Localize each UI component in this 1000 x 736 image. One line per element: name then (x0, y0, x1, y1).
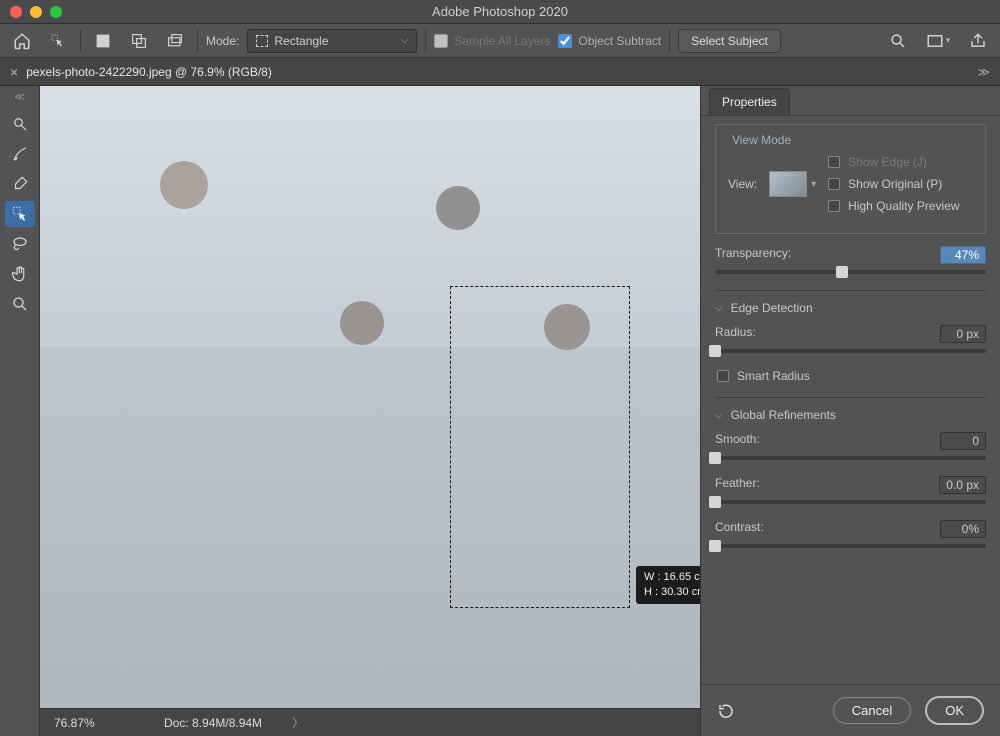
properties-panel: Properties View Mode View: ▾ Show Edge (… (700, 86, 1000, 736)
lasso-tool[interactable] (5, 231, 35, 257)
contrast-label: Contrast: (715, 520, 764, 538)
global-refinements-header[interactable]: ⌵ Global Refinements (715, 408, 986, 422)
window-close-button[interactable] (10, 6, 22, 18)
title-bar: Adobe Photoshop 2020 (0, 0, 1000, 24)
show-edge-checkbox: Show Edge (J) (828, 155, 959, 169)
selection-height-label: H : 30.30 cm (644, 585, 700, 600)
add-to-selection-icon[interactable] (125, 29, 153, 53)
smooth-slider[interactable]: Smooth: 0 (715, 432, 986, 460)
mode-select-value: Rectangle (274, 34, 328, 48)
doc-info-chevron-icon[interactable]: 〉 (292, 714, 304, 731)
high-quality-preview-checkbox[interactable]: High Quality Preview (828, 199, 959, 213)
panel-footer: Cancel OK (701, 684, 1000, 736)
view-thumbnail (769, 171, 807, 197)
radius-value[interactable]: 0 px (940, 325, 986, 343)
share-icon[interactable] (964, 29, 992, 53)
rectangle-marquee-icon (256, 35, 268, 47)
subtract-from-selection-icon[interactable] (161, 29, 189, 53)
cancel-button[interactable]: Cancel (833, 697, 911, 724)
chevron-down-icon: ⌵ (715, 410, 723, 421)
hand-tool[interactable] (5, 261, 35, 287)
window-title: Adobe Photoshop 2020 (432, 4, 568, 19)
radius-slider[interactable]: Radius: 0 px (715, 325, 986, 353)
object-subtract-checkbox[interactable]: Object Subtract (558, 34, 661, 48)
refine-edge-brush-tool[interactable] (5, 141, 35, 167)
smooth-value[interactable]: 0 (940, 432, 986, 450)
transparency-slider[interactable]: Transparency: 47% (715, 246, 986, 274)
transparency-value[interactable]: 47% (940, 246, 986, 264)
selection-marquee[interactable] (450, 286, 630, 608)
search-icon[interactable] (884, 29, 912, 53)
ok-button[interactable]: OK (925, 696, 984, 725)
chevron-down-icon: ⌵ (401, 35, 409, 46)
select-subject-button[interactable]: Select Subject (678, 29, 781, 53)
document-tab-bar: × pexels-photo-2422290.jpeg @ 76.9% (RGB… (0, 58, 1000, 86)
feather-label: Feather: (715, 476, 760, 494)
properties-tab[interactable]: Properties (709, 88, 790, 115)
canvas-area: W : 16.65 cm H : 30.30 cm 76.87% Doc: 8.… (40, 86, 700, 736)
quick-selection-tool[interactable] (5, 111, 35, 137)
home-icon[interactable] (8, 29, 36, 53)
tab-overflow-icon[interactable]: ≫ (977, 65, 990, 79)
brush-tool[interactable] (5, 171, 35, 197)
view-mode-section: View Mode View: ▾ Show Edge (J) Show Ori… (715, 124, 986, 234)
window-maximize-button[interactable] (50, 6, 62, 18)
view-preset-dropdown[interactable]: ▾ (769, 171, 816, 197)
doc-info[interactable]: Doc: 8.94M/8.94M (164, 716, 262, 730)
contrast-value[interactable]: 0% (940, 520, 986, 538)
transparency-label: Transparency: (715, 246, 791, 264)
chevron-down-icon: ⌵ (715, 303, 723, 314)
view-mode-title: View Mode (732, 133, 973, 147)
contrast-slider[interactable]: Contrast: 0% (715, 520, 986, 548)
workspace-switcher-icon[interactable]: ▾ (924, 29, 952, 53)
smooth-label: Smooth: (715, 432, 760, 450)
toolbar-collapse-icon[interactable]: ≪ (14, 92, 24, 103)
sample-all-layers-label: Sample All Layers (454, 34, 550, 48)
document-tab[interactable]: × pexels-photo-2422290.jpeg @ 76.9% (RGB… (10, 64, 272, 80)
mode-select[interactable]: Rectangle ⌵ (247, 29, 417, 53)
object-selection-tool-icon[interactable] (44, 29, 72, 53)
selection-width-label: W : 16.65 cm (644, 570, 700, 585)
left-toolbar: ≪ (0, 86, 40, 736)
new-selection-icon[interactable] (89, 29, 117, 53)
reset-icon[interactable] (717, 702, 735, 720)
zoom-tool[interactable] (5, 291, 35, 317)
feather-value[interactable]: 0.0 px (939, 476, 986, 494)
object-subtract-label: Object Subtract (578, 34, 661, 48)
chevron-down-icon: ▾ (811, 179, 816, 190)
document-canvas[interactable]: W : 16.65 cm H : 30.30 cm (40, 86, 700, 708)
smart-radius-checkbox[interactable]: Smart Radius (717, 369, 986, 383)
window-minimize-button[interactable] (30, 6, 42, 18)
selection-dimensions-tooltip: W : 16.65 cm H : 30.30 cm (636, 566, 700, 604)
mode-label: Mode: (206, 34, 239, 48)
radius-label: Radius: (715, 325, 756, 343)
object-selection-tool[interactable] (5, 201, 35, 227)
show-original-checkbox[interactable]: Show Original (P) (828, 177, 959, 191)
zoom-level[interactable]: 76.87% (54, 716, 134, 730)
close-tab-icon[interactable]: × (10, 64, 18, 80)
sample-all-layers-checkbox: Sample All Layers (434, 34, 550, 48)
feather-slider[interactable]: Feather: 0.0 px (715, 476, 986, 504)
edge-detection-header[interactable]: ⌵ Edge Detection (715, 301, 986, 315)
document-tab-label: pexels-photo-2422290.jpeg @ 76.9% (RGB/8… (26, 65, 272, 79)
options-bar: Mode: Rectangle ⌵ Sample All Layers Obje… (0, 24, 1000, 58)
status-bar: 76.87% Doc: 8.94M/8.94M 〉 (40, 708, 700, 736)
view-label: View: (728, 177, 757, 191)
